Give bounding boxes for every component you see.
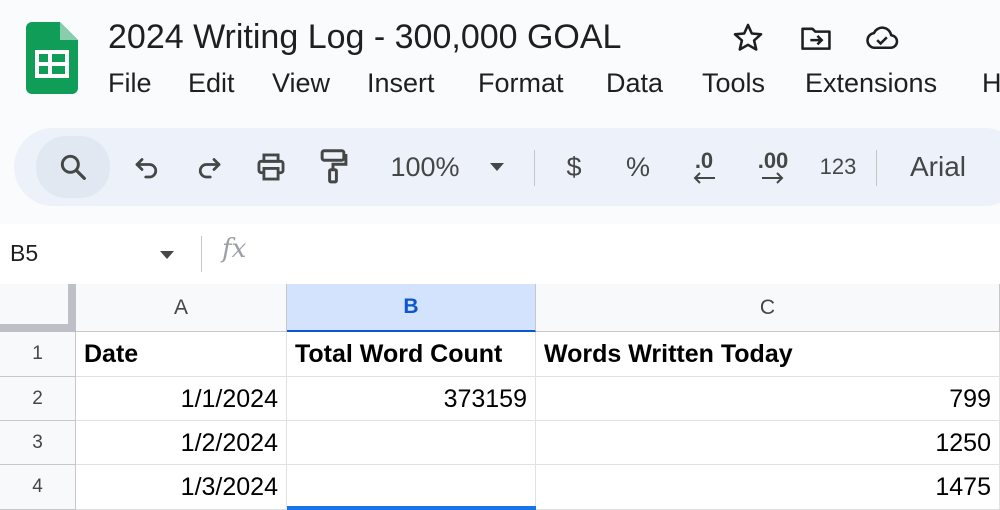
row-header-4[interactable]: 4 (0, 465, 76, 510)
name-box[interactable]: B5 (10, 238, 38, 268)
spreadsheet-grid: A B C 1 Date Total Word Count Words Writ… (0, 284, 1000, 510)
arrow-right-icon (762, 172, 784, 184)
cell-a3[interactable]: 1/2/2024 (76, 421, 287, 465)
select-all-corner[interactable] (0, 284, 76, 332)
row-header-3[interactable]: 3 (0, 421, 76, 465)
menu-tools[interactable]: Tools (702, 66, 765, 100)
cell-b3[interactable] (287, 421, 536, 465)
menu-insert[interactable]: Insert (367, 66, 435, 100)
formula-bar-divider (201, 236, 202, 272)
cloud-saved-icon[interactable] (864, 20, 900, 56)
sheets-logo[interactable] (26, 22, 78, 94)
percent-format-button[interactable]: % (616, 128, 660, 206)
column-header-c[interactable]: C (536, 284, 1000, 332)
column-header-a[interactable]: A (76, 284, 287, 332)
zoom-dropdown-icon[interactable] (482, 128, 512, 206)
decrease-decimal-label: .0 (694, 148, 714, 173)
undo-icon[interactable] (122, 128, 172, 206)
cell-c4[interactable]: 1475 (536, 465, 1000, 510)
name-box-dropdown-icon[interactable] (158, 248, 176, 266)
zoom-select[interactable]: 100% (380, 128, 470, 206)
cell-c1[interactable]: Words Written Today (536, 332, 1000, 377)
star-icon[interactable] (730, 20, 766, 56)
row-header-2[interactable]: 2 (0, 377, 76, 421)
row-header-1[interactable]: 1 (0, 332, 76, 377)
cell-a2[interactable]: 1/1/2024 (76, 377, 287, 421)
formula-bar: B5 fx (0, 224, 1000, 284)
cell-a4[interactable]: 1/3/2024 (76, 465, 287, 510)
number-format-button[interactable]: 123 (810, 128, 866, 206)
cell-b1[interactable]: Total Word Count (287, 332, 536, 377)
menu-data[interactable]: Data (606, 66, 663, 100)
cell-c3[interactable]: 1250 (536, 421, 1000, 465)
menu-help[interactable]: H (982, 66, 1000, 100)
document-title[interactable]: 2024 Writing Log - 300,000 GOAL (108, 16, 621, 58)
toolbar-divider (876, 150, 877, 186)
toolbar: 100% $ % .0 .00 123 Arial (14, 128, 1000, 206)
toolbar-divider (534, 150, 535, 186)
fx-icon: fx (222, 234, 247, 264)
increase-decimal-label: .00 (757, 148, 789, 173)
menu-format[interactable]: Format (478, 66, 564, 100)
arrow-left-icon (693, 172, 715, 184)
menu-extensions[interactable]: Extensions (805, 66, 937, 100)
cell-a1[interactable]: Date (76, 332, 287, 377)
font-family-select[interactable]: Arial (898, 128, 978, 206)
print-icon[interactable] (246, 128, 296, 206)
cell-b4[interactable] (287, 465, 536, 510)
formula-input[interactable] (280, 236, 980, 272)
menu-view[interactable]: View (272, 66, 330, 100)
decrease-decimal-button[interactable]: .0 (678, 128, 730, 206)
move-to-folder-icon[interactable] (798, 20, 834, 56)
menu-edit[interactable]: Edit (188, 66, 235, 100)
increase-decimal-button[interactable]: .00 (744, 128, 802, 206)
cell-c2[interactable]: 799 (536, 377, 1000, 421)
currency-format-button[interactable]: $ (552, 128, 596, 206)
active-cell-border (287, 506, 536, 510)
column-header-b[interactable]: B (287, 284, 536, 332)
freeze-rows-handle[interactable] (0, 324, 76, 332)
redo-icon[interactable] (184, 128, 234, 206)
cell-b2[interactable]: 373159 (287, 377, 536, 421)
paint-format-icon[interactable] (308, 128, 358, 206)
menu-file[interactable]: File (108, 66, 152, 100)
search-icon[interactable] (36, 136, 110, 198)
